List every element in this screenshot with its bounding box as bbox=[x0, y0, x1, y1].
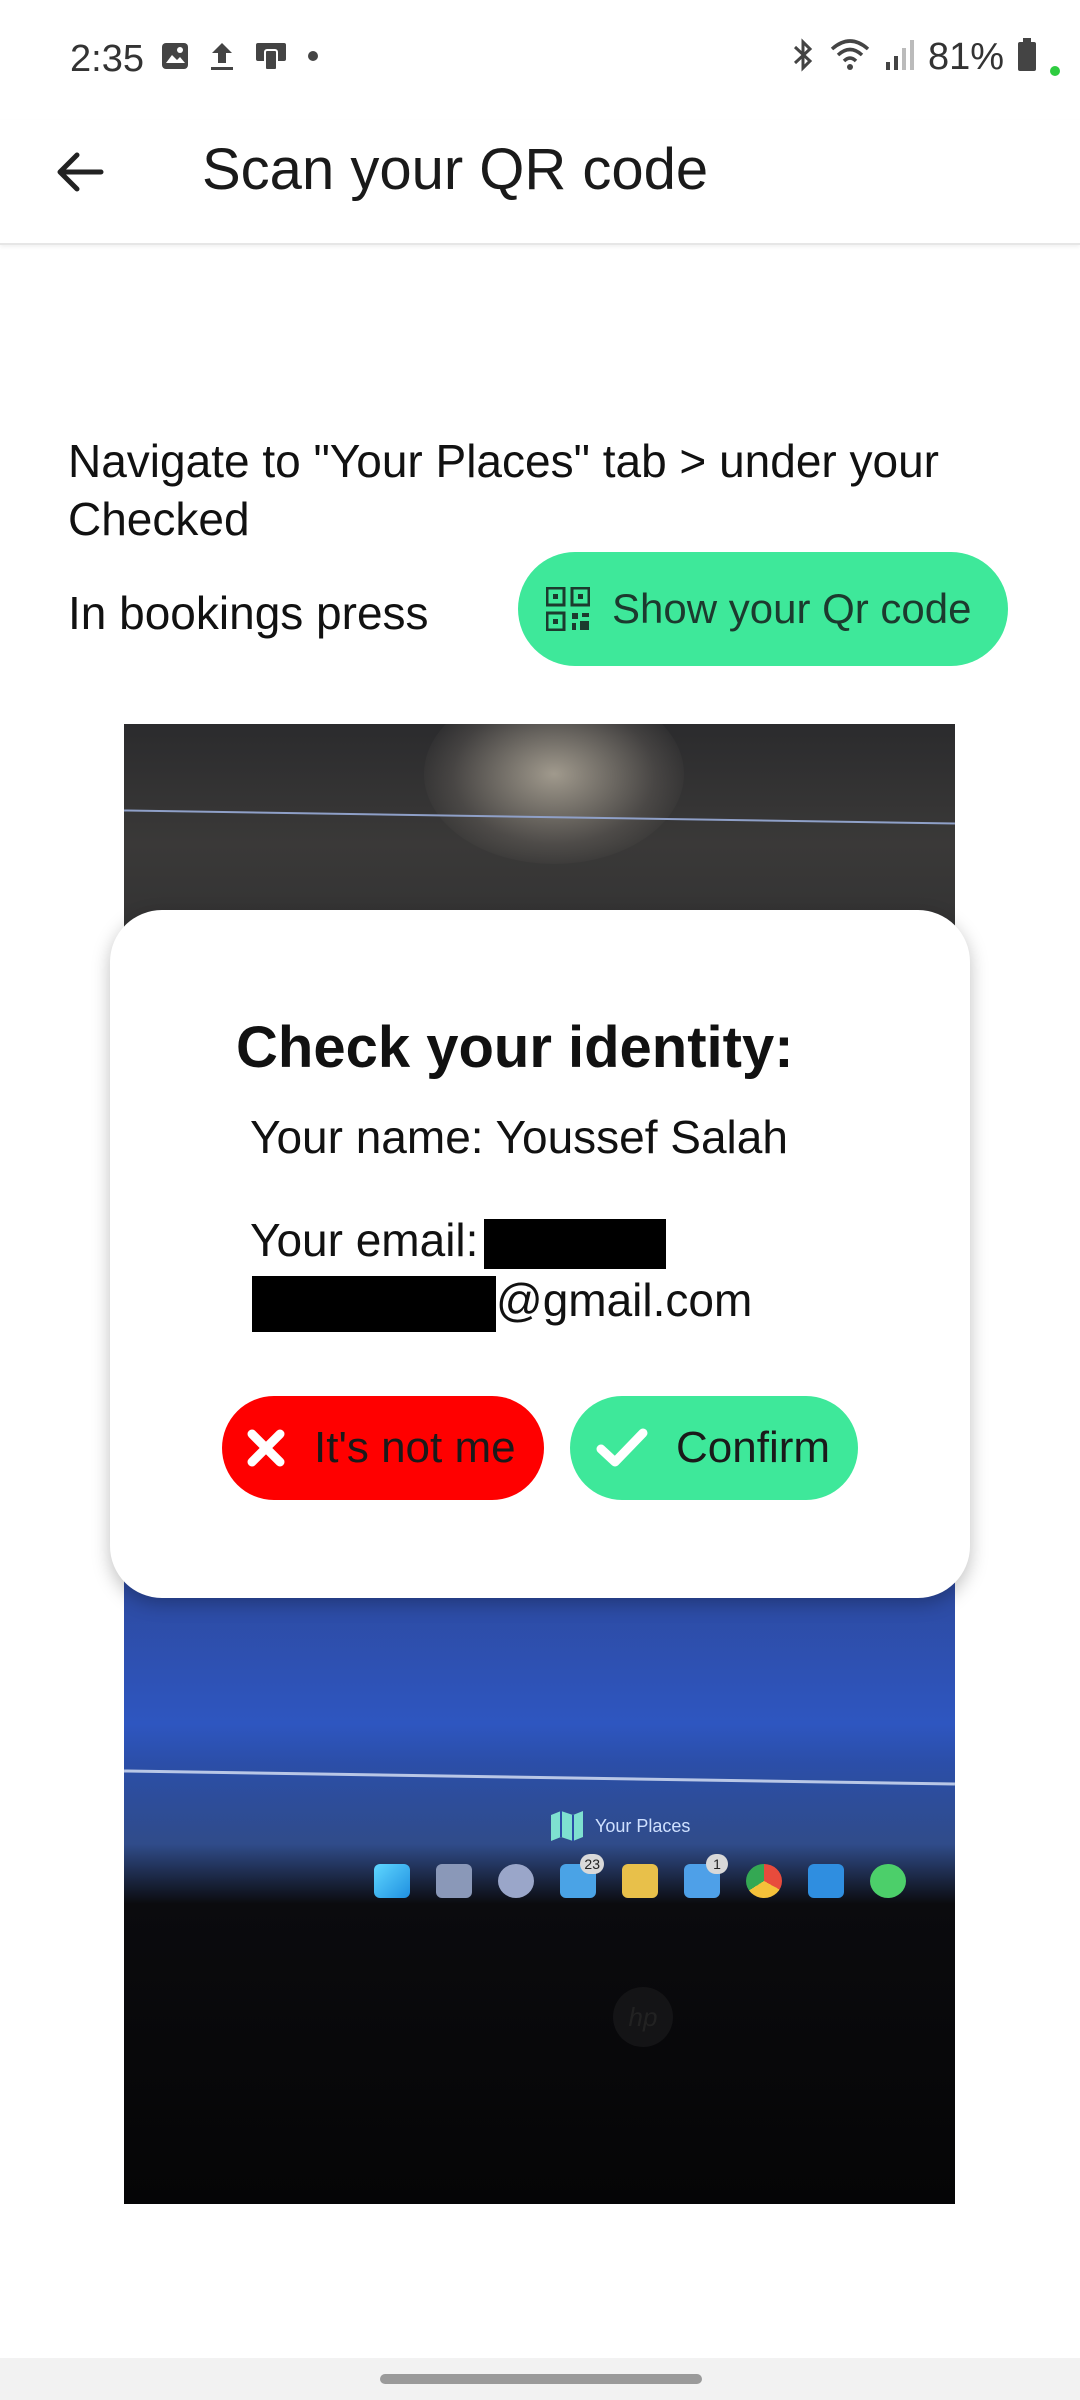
camera-your-places: Your Places bbox=[549, 1809, 690, 1843]
not-me-button[interactable]: It's not me bbox=[222, 1396, 544, 1500]
teams-icon: 23 bbox=[560, 1854, 604, 1898]
page-title: Scan your QR code bbox=[202, 137, 709, 202]
back-button[interactable] bbox=[50, 142, 110, 202]
email-suffix: @gmail.com bbox=[496, 1274, 753, 1326]
mail-icon: 1 bbox=[684, 1854, 728, 1898]
battery-percent: 81% bbox=[927, 36, 1004, 78]
cast-icon bbox=[254, 40, 288, 77]
status-bar: 2:35 81% bbox=[0, 0, 1080, 120]
map-icon bbox=[551, 1811, 583, 1841]
hp-logo-icon: hp bbox=[613, 1987, 673, 2047]
wifi-icon bbox=[828, 37, 872, 78]
vscode-icon bbox=[808, 1864, 844, 1898]
confirm-button[interactable]: Confirm bbox=[570, 1396, 858, 1500]
not-me-label: It's not me bbox=[314, 1423, 516, 1472]
camera-taskbar: 23 1 bbox=[374, 1854, 906, 1898]
whatsapp-icon bbox=[870, 1864, 906, 1898]
taskbar-badge-23: 23 bbox=[580, 1854, 604, 1874]
privacy-indicator-dot bbox=[1050, 65, 1060, 76]
camera-light-glow bbox=[424, 724, 684, 864]
instruction-text: Navigate to "Your Places" tab > under yo… bbox=[68, 435, 939, 545]
taskbar-badge-1: 1 bbox=[706, 1854, 728, 1874]
camera-your-places-text: Your Places bbox=[595, 1815, 691, 1836]
dot-icon bbox=[306, 49, 320, 68]
instruction-bookings-text: In bookings press bbox=[68, 587, 429, 639]
image-icon bbox=[160, 41, 190, 76]
confirm-label: Confirm bbox=[676, 1423, 831, 1472]
status-right: 81% bbox=[790, 36, 1060, 79]
status-left-icons bbox=[160, 40, 320, 77]
svg-text:hp: hp bbox=[629, 2002, 658, 2032]
app-bar: Scan your QR code bbox=[0, 120, 1080, 245]
windows-start-icon bbox=[374, 1864, 410, 1898]
arrow-left-icon bbox=[57, 152, 104, 192]
email-prefix: Your email: bbox=[250, 1214, 479, 1266]
task-view-icon bbox=[436, 1864, 472, 1898]
show-qr-code-label: Show your Qr code bbox=[612, 585, 972, 632]
signal-icon bbox=[884, 38, 916, 77]
email-redaction-2 bbox=[252, 1275, 496, 1332]
system-navigation-bar bbox=[0, 2358, 1080, 2400]
email-redaction-1 bbox=[484, 1218, 667, 1269]
chat-icon bbox=[498, 1864, 534, 1898]
camera-screen-edge-lower bbox=[124, 1769, 955, 1786]
bluetooth-icon bbox=[790, 37, 816, 78]
identity-dialog: Check your identity: Your name: Youssef … bbox=[110, 910, 970, 1598]
user-email-text: Your email: @gmail.com bbox=[250, 1210, 910, 1332]
check-icon bbox=[596, 1428, 648, 1467]
dialog-title: Check your identity: bbox=[236, 1015, 794, 1080]
status-time: 2:35 bbox=[70, 38, 144, 80]
chrome-icon bbox=[746, 1864, 782, 1898]
user-name-text: Your name: Youssef Salah bbox=[250, 1111, 788, 1163]
home-gesture-handle[interactable] bbox=[380, 2374, 702, 2384]
upload-icon bbox=[208, 40, 236, 77]
battery-icon bbox=[1016, 37, 1038, 78]
folder-icon bbox=[622, 1864, 658, 1898]
qr-code-icon bbox=[546, 587, 590, 631]
show-qr-code-button[interactable]: Show your Qr code bbox=[518, 552, 1008, 666]
close-icon bbox=[247, 1429, 285, 1467]
